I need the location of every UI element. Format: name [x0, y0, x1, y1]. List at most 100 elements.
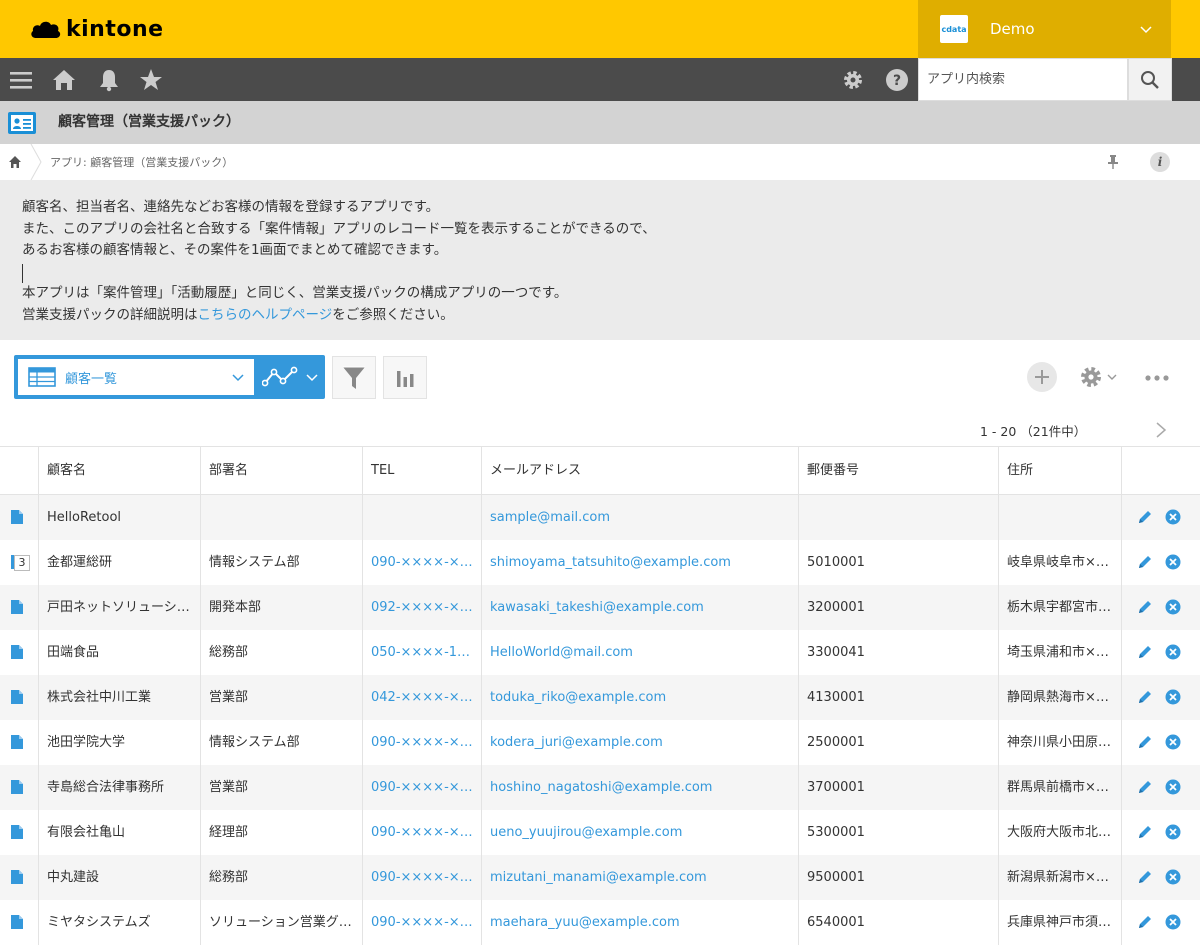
cell-tel[interactable]: 090-××××-×… [362, 855, 481, 900]
home-icon[interactable] [52, 68, 76, 92]
cell-email[interactable]: toduka_riko@example.com [481, 675, 798, 720]
table-row[interactable]: 田端食品 総務部 050-××××-1… HelloWorld@mail.com 330… [0, 630, 1200, 675]
delete-icon[interactable] [1165, 689, 1181, 705]
cell-email[interactable]: hoshino_nagatoshi@example.com [481, 765, 798, 810]
info-icon[interactable]: i [1150, 152, 1170, 172]
pencil-icon[interactable] [1137, 509, 1153, 525]
column-header-dept[interactable]: 部署名 [200, 447, 362, 494]
cell-tel[interactable]: 092-××××-×… [362, 585, 481, 630]
record-detail-icon[interactable] [11, 690, 23, 704]
cell-email[interactable]: maehara_yuu@example.com [481, 900, 798, 945]
cell-email[interactable]: HelloWorld@mail.com [481, 630, 798, 675]
gear-icon[interactable] [841, 68, 865, 92]
cell-tel[interactable]: 090-××××-×… [362, 540, 481, 585]
more-options-icon[interactable] [1143, 368, 1173, 388]
delete-icon[interactable] [1165, 914, 1181, 930]
search-button[interactable] [1128, 58, 1172, 101]
record-detail-icon[interactable] [11, 780, 23, 794]
record-detail-icon[interactable] [11, 735, 23, 749]
cell-email[interactable]: ueno_yuujirou@example.com [481, 810, 798, 855]
help-icon[interactable]: ? [885, 68, 909, 92]
pencil-icon[interactable] [1137, 599, 1153, 615]
delete-icon[interactable] [1165, 734, 1181, 750]
table-row[interactable]: 株式会社中川工業 営業部 042-××××-×… toduka_riko@exampl… [0, 675, 1200, 720]
graph-dropdown-button[interactable] [259, 359, 321, 395]
chevron-right-icon[interactable] [1154, 421, 1168, 439]
pencil-icon[interactable] [1137, 554, 1153, 570]
table-row[interactable]: 寺島総合法律事務所 営業部 090-××××-×… hoshino_nagatoshi… [0, 765, 1200, 810]
column-header-address[interactable]: 住所 [998, 447, 1121, 494]
cell-tel[interactable]: 042-××××-×… [362, 675, 481, 720]
table-row[interactable]: ミヤタシステムズ ソリューション営業グ… 090-××××-×… maehara_yu… [0, 900, 1200, 945]
cell-email[interactable]: kawasaki_takeshi@example.com [481, 585, 798, 630]
star-icon[interactable] [139, 68, 163, 92]
cell-address: 埼玉県浦和市×… [998, 630, 1121, 675]
cell-zip: 3300041 [798, 630, 998, 675]
cell-email[interactable]: mizutani_manami@example.com [481, 855, 798, 900]
cell-email[interactable]: shimoyama_tatsuhito@example.com [481, 540, 798, 585]
cell-zip: 9500001 [798, 855, 998, 900]
search-icon [1141, 70, 1159, 89]
column-header-name[interactable]: 顧客名 [38, 447, 200, 494]
cell-tel[interactable]: 050-××××-1… [362, 630, 481, 675]
record-detail-icon[interactable] [11, 825, 23, 839]
delete-icon[interactable] [1165, 644, 1181, 660]
menu-icon[interactable] [9, 68, 33, 92]
pencil-icon[interactable] [1137, 734, 1153, 750]
delete-icon[interactable] [1165, 509, 1181, 525]
pencil-icon[interactable] [1137, 824, 1153, 840]
line-graph-icon [262, 366, 298, 387]
cell-zip: 5300001 [798, 810, 998, 855]
breadcrumb-app-link[interactable]: アプリ: 顧客管理（営業支援パック） [50, 154, 233, 170]
delete-icon[interactable] [1165, 779, 1181, 795]
table-row[interactable]: 3 金都運総研 情報システム部 090-××××-×… shimoyama_tatsuh… [0, 540, 1200, 585]
app-settings-button[interactable] [1079, 365, 1121, 389]
pencil-icon[interactable] [1137, 689, 1153, 705]
table-row[interactable]: 池田学院大学 情報システム部 090-××××-×… kodera_juri@exam… [0, 720, 1200, 765]
cell-email[interactable]: sample@mail.com [481, 495, 798, 540]
delete-icon[interactable] [1165, 599, 1181, 615]
cell-dept: 営業部 [200, 765, 362, 810]
record-detail-icon[interactable] [11, 645, 23, 659]
kintone-logo[interactable]: kintone [30, 14, 164, 44]
record-detail-icon[interactable] [11, 600, 23, 614]
cell-tel[interactable]: 090-××××-×… [362, 765, 481, 810]
delete-icon[interactable] [1165, 869, 1181, 885]
record-detail-icon[interactable] [11, 915, 23, 929]
table-row[interactable]: 中丸建設 総務部 090-××××-×… mizutani_manami@exampl… [0, 855, 1200, 900]
cell-email[interactable]: kodera_juri@example.com [481, 720, 798, 765]
column-header-tel[interactable]: TEL [362, 447, 481, 494]
table-row[interactable]: HelloRetool sample@mail.com [0, 495, 1200, 540]
record-detail-icon[interactable] [11, 510, 23, 524]
cell-actions [1121, 810, 1200, 855]
pagination-info: 1 - 20 （21件中） [980, 424, 1087, 439]
pencil-icon[interactable] [1137, 869, 1153, 885]
home-icon[interactable] [8, 155, 22, 169]
user-menu[interactable]: cdata Demo [918, 0, 1171, 58]
add-record-button[interactable] [1027, 362, 1057, 392]
bell-icon[interactable] [97, 68, 121, 92]
filter-button[interactable] [332, 356, 376, 399]
cell-tel[interactable]: 090-××××-×… [362, 900, 481, 945]
delete-icon[interactable] [1165, 554, 1181, 570]
help-page-link[interactable]: こちらのヘルプページ [198, 307, 333, 323]
pencil-icon[interactable] [1137, 644, 1153, 660]
pencil-icon[interactable] [1137, 914, 1153, 930]
cell-tel[interactable] [362, 495, 481, 540]
pencil-icon[interactable] [1137, 779, 1153, 795]
record-detail-icon[interactable] [11, 870, 23, 884]
cell-name: 中丸建設 [38, 855, 200, 900]
pin-icon[interactable] [1106, 154, 1120, 170]
search-input[interactable] [927, 72, 1119, 87]
graph-button[interactable] [383, 356, 427, 399]
chevron-down-icon [1107, 374, 1117, 380]
column-header-zip[interactable]: 郵便番号 [798, 447, 998, 494]
contact-card-icon [11, 115, 33, 131]
column-header-email[interactable]: メールアドレス [481, 447, 798, 494]
cell-tel[interactable]: 090-××××-×… [362, 720, 481, 765]
table-row[interactable]: 戸田ネットソリューシ… 開発本部 092-××××-×… kawasaki_takes… [0, 585, 1200, 630]
table-row[interactable]: 有限会社亀山 経理部 090-××××-×… ueno_yuujirou@exampl… [0, 810, 1200, 855]
cell-tel[interactable]: 090-××××-×… [362, 810, 481, 855]
view-dropdown[interactable]: 顧客一覧 [18, 359, 254, 395]
delete-icon[interactable] [1165, 824, 1181, 840]
